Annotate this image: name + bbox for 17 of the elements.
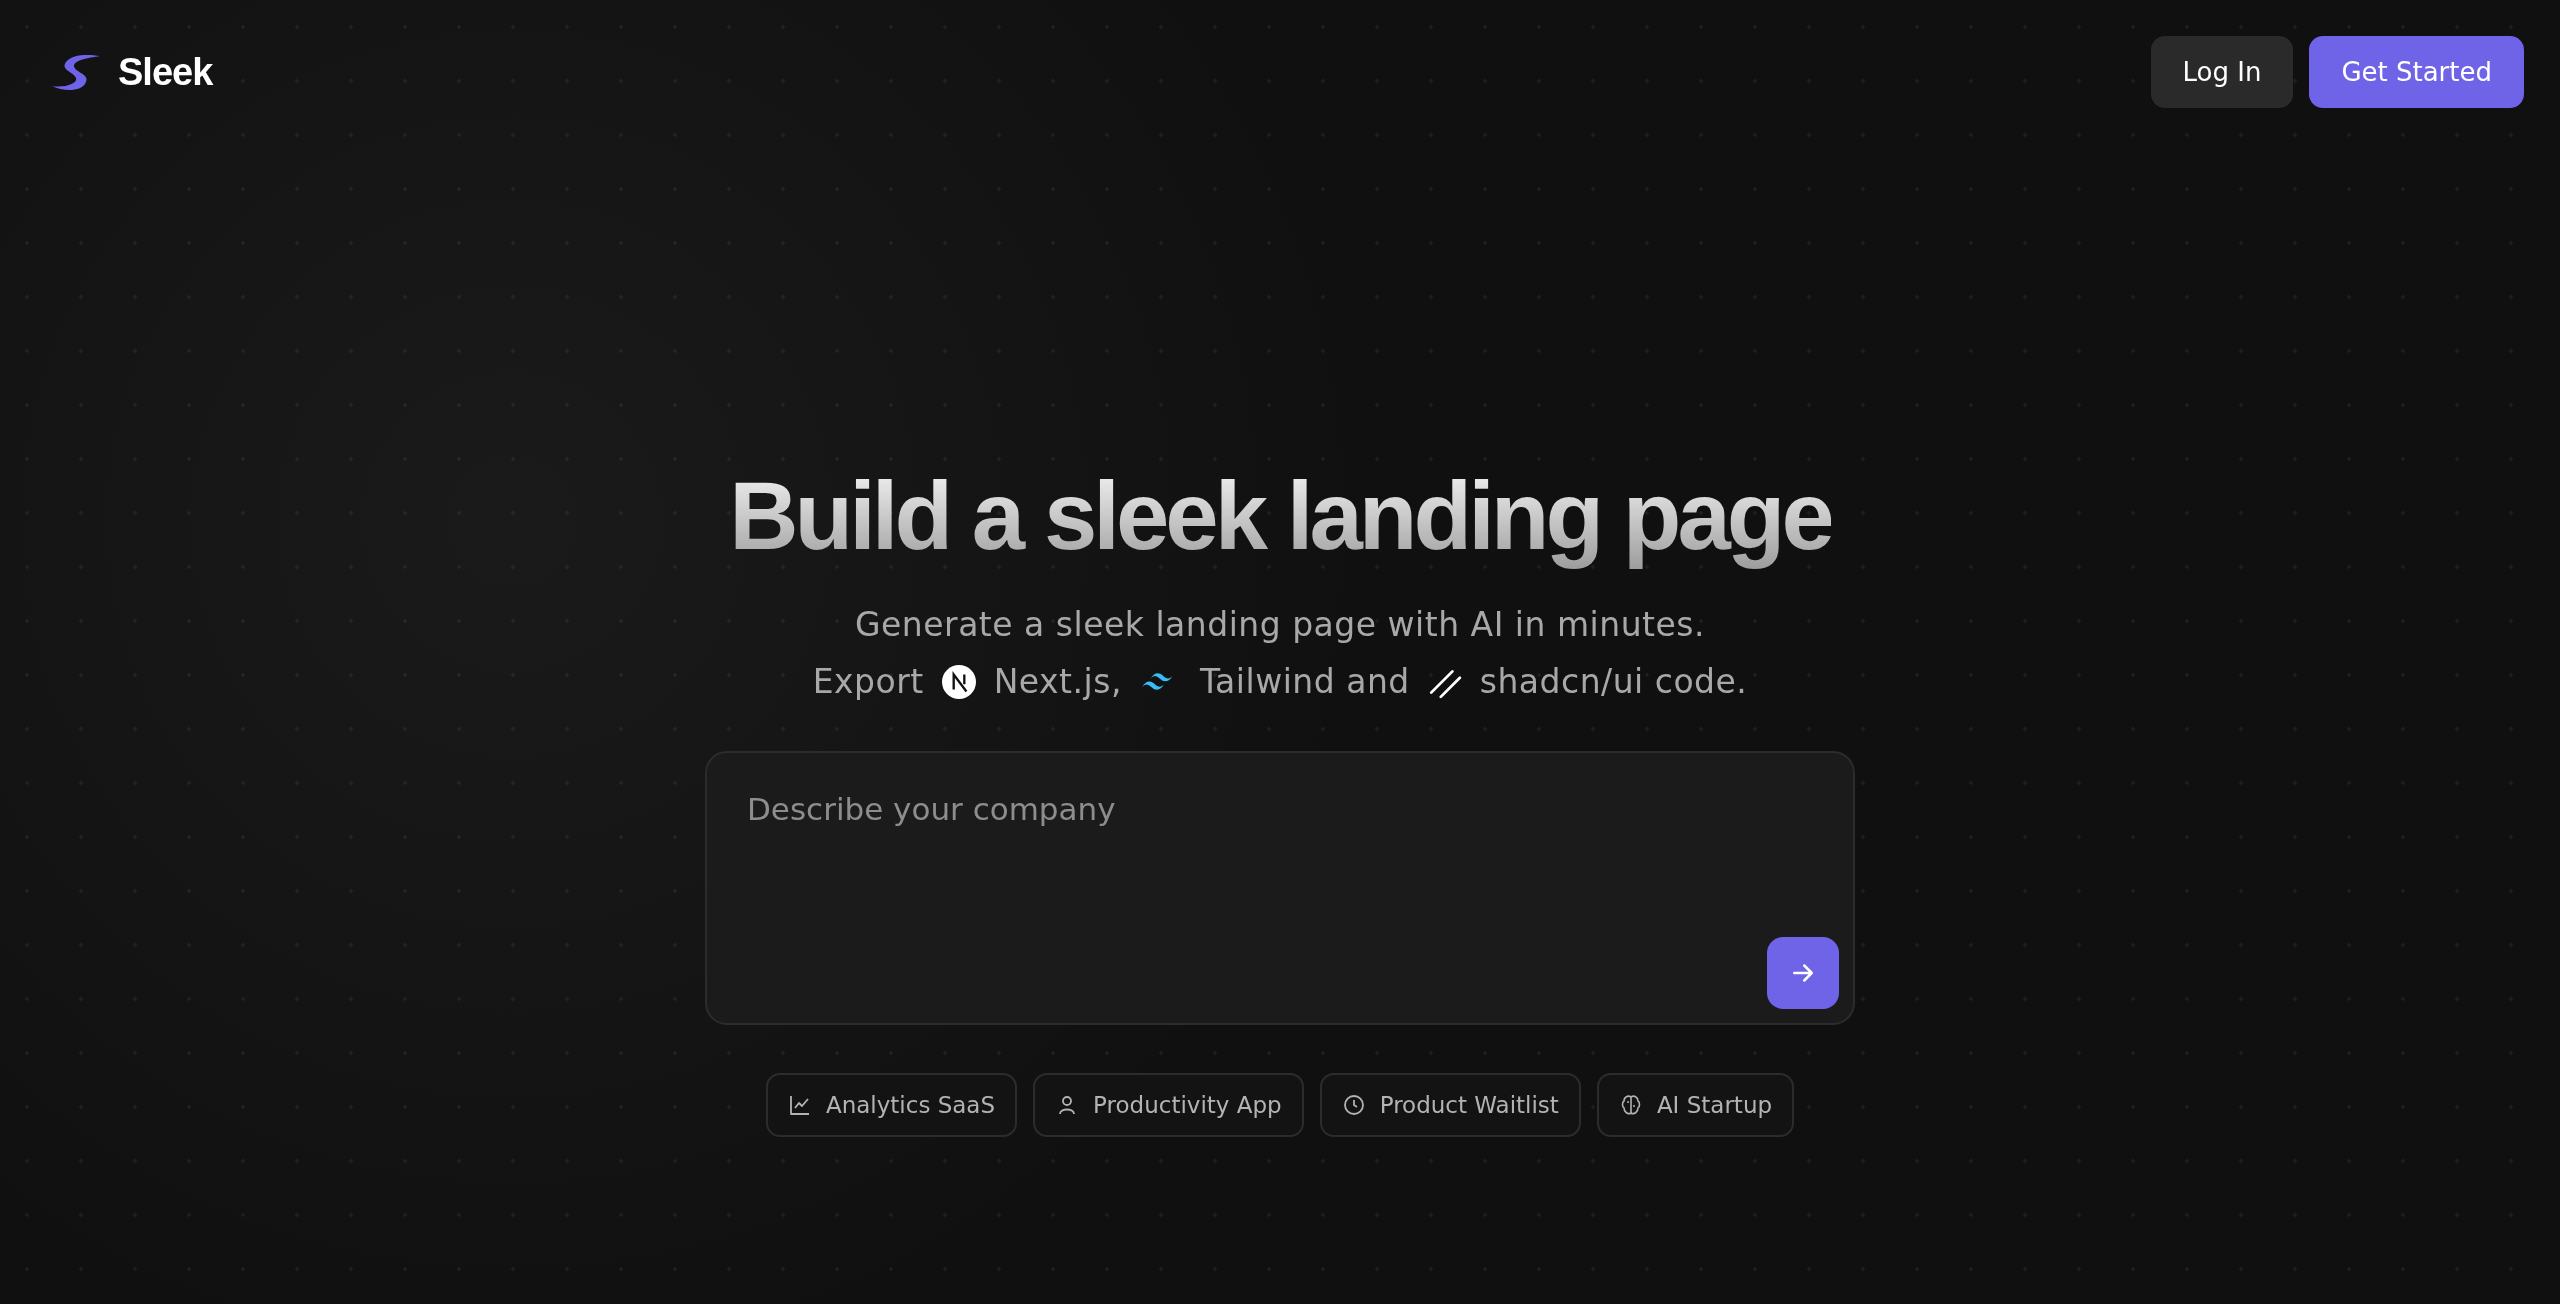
prompt-field[interactable]: Describe your company — [705, 751, 1855, 1026]
subtitle-text: Tailwind and — [1199, 662, 1410, 702]
suggestion-chip[interactable]: Productivity App — [1033, 1073, 1304, 1138]
subtitle-text: Export — [812, 662, 924, 702]
subtitle-text: shadcn/ui code. — [1479, 662, 1748, 702]
line-chart-icon — [787, 1093, 812, 1118]
suggestion-chip[interactable]: AI Startup — [1596, 1073, 1795, 1138]
get-started-button[interactable]: Get Started — [2309, 36, 2524, 108]
subtitle-line: Generate a sleek landing page with AI in minutes. — [855, 605, 1705, 645]
suggestion-chip[interactable]: Product Waitlist — [1319, 1073, 1581, 1138]
submit-button[interactable] — [1767, 937, 1839, 1010]
clock-icon — [1341, 1093, 1366, 1118]
brand-name: Sleek — [118, 50, 213, 94]
subtitle-text: Next.js, — [993, 662, 1122, 702]
nextjs-icon — [941, 664, 976, 699]
log-in-button[interactable]: Log In — [2150, 36, 2294, 108]
suggestion-chip[interactable]: Analytics SaaS — [765, 1073, 1018, 1138]
